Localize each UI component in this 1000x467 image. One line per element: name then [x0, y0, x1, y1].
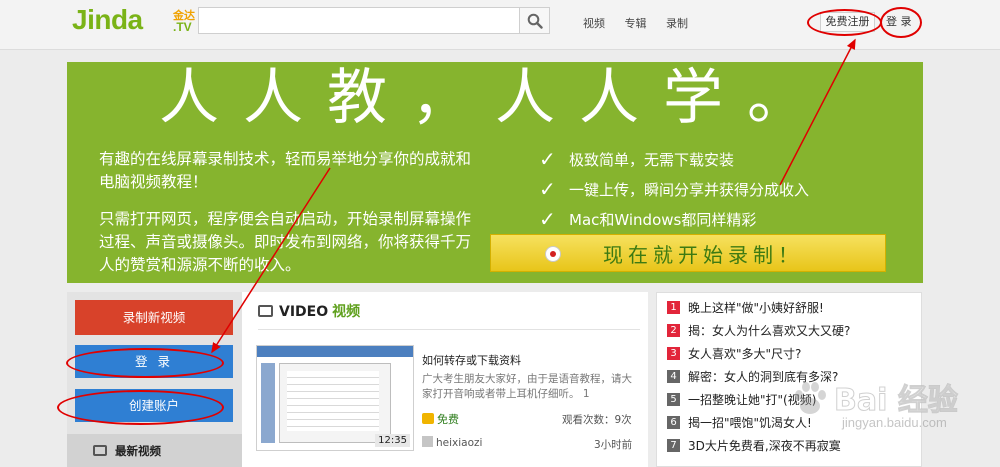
annotation-ring-login	[66, 348, 224, 378]
rank-badge: 6	[667, 415, 680, 429]
top-nav: 视频 专辑 录制	[583, 15, 704, 31]
hero-banner: 人人教，人人学。 有趣的在线屏幕录制技术，轻而易举地分享你的成就和电脑视频教程！…	[67, 62, 923, 283]
video-thumbnail[interactable]: 12:35	[256, 345, 414, 451]
list-item[interactable]: 6 揭一招"喂饱"饥渴女人!	[667, 411, 917, 433]
feature-item: ✓ Mac和Windows都同样精彩	[539, 204, 809, 234]
checkmark-icon: ✓	[539, 207, 556, 231]
rank-badge: 3	[667, 346, 680, 360]
feature-text: Mac和Windows都同样精彩	[569, 210, 757, 229]
hot-list: 1 晚上这样"做"小姨好舒服! 2 揭：女人为什么喜欢又大又硬? 3 女人喜欢"…	[656, 292, 922, 467]
thumbnail-content	[287, 371, 379, 431]
list-item[interactable]: 3 女人喜欢"多大"尺寸?	[667, 342, 917, 364]
start-recording-button[interactable]: 现在就开始录制！	[490, 234, 886, 272]
video-title-link[interactable]: 如何转存或下载资料	[422, 352, 521, 368]
rank-badge: 4	[667, 369, 680, 383]
left-sidebar: 录制新视频 登 录 创建账户 最新视频	[67, 292, 242, 467]
video-description: 广大考生朋友大家好，由于是语音教程，请大家打开音响或者带上耳机仔细听。 1	[422, 373, 632, 400]
heading-cn: 视频	[332, 304, 361, 320]
uploader-name: heixiaozi	[436, 437, 483, 449]
hero-title: 人人教，人人学。	[159, 63, 831, 133]
view-count: 观看次数：9次	[562, 414, 632, 426]
record-new-video-button[interactable]: 录制新视频	[75, 300, 233, 335]
coin-icon	[422, 413, 434, 424]
nav-record[interactable]: 录制	[666, 17, 688, 30]
uploader-link[interactable]: heixiaozi	[422, 436, 482, 449]
search-button[interactable]	[519, 7, 550, 34]
rank-badge: 1	[667, 300, 680, 314]
camera-icon	[258, 305, 273, 317]
list-item[interactable]: 5 一招整晚让她"打"(视频)	[667, 388, 917, 410]
divider	[258, 329, 640, 330]
thumbnail-titlebar	[257, 346, 413, 357]
rank-badge: 2	[667, 323, 680, 337]
list-item[interactable]: 4 解密：女人的洞到底有多深?	[667, 365, 917, 387]
search-icon	[527, 13, 543, 29]
price-label: 免费	[437, 413, 459, 426]
annotation-ring-header-login	[880, 7, 922, 38]
video-camera-icon	[93, 445, 107, 456]
feature-text: 一键上传，瞬间分享并获得分成收入	[569, 180, 810, 199]
nav-videos[interactable]: 视频	[583, 17, 605, 30]
feature-text: 极致简单，无需下载安装	[569, 150, 735, 169]
price-badge: 免费	[422, 411, 459, 427]
nav-albums[interactable]: 专辑	[625, 17, 647, 30]
site-logo[interactable]: Jinda 金达 .TV	[72, 4, 195, 38]
list-item-title: 揭：女人为什么喜欢又大又硬?	[688, 323, 851, 338]
video-panel: VIDEO 视频 12:35 如何转存或下载资料 广大考生朋友大家好，由于是语音教…	[242, 292, 648, 467]
feature-item: ✓ 一键上传，瞬间分享并获得分成收入	[539, 174, 809, 204]
feature-list: ✓ 极致简单，无需下载安装 ✓ 一键上传，瞬间分享并获得分成收入 ✓ Mac和W…	[539, 144, 809, 234]
rank-badge: 7	[667, 438, 680, 452]
rank-badge: 5	[667, 392, 680, 406]
checkmark-icon: ✓	[539, 177, 556, 201]
heading-en: VIDEO	[279, 304, 329, 320]
list-item-title: 女人喜欢"多大"尺寸?	[688, 346, 802, 361]
thumbnail-sidebar	[261, 363, 275, 443]
user-avatar-icon	[422, 436, 433, 447]
list-item-title: 一招整晚让她"打"(视频)	[688, 392, 817, 407]
search-input[interactable]	[198, 7, 520, 34]
list-item-title: 晚上这样"做"小姨好舒服!	[688, 300, 824, 315]
latest-videos-label: 最新视频	[115, 444, 161, 458]
video-section-heading: VIDEO 视频	[258, 301, 360, 321]
list-item[interactable]: 7 3D大片免费看,深夜不再寂寞	[667, 434, 917, 456]
logo-text: Jinda	[72, 4, 143, 35]
record-icon	[545, 246, 561, 262]
list-item[interactable]: 1 晚上这样"做"小姨好舒服!	[667, 296, 917, 318]
hero-description: 只需打开网页，程序便会自动启动，开始录制屏幕操作过程、声音或摄像头。即时发布到网…	[99, 210, 472, 274]
list-item-title: 3D大片免费看,深夜不再寂寞	[688, 438, 841, 453]
annotation-ring-create	[57, 390, 224, 425]
list-item-title: 解密：女人的洞到底有多深?	[688, 369, 839, 384]
start-recording-label: 现在就开始录制！	[603, 243, 803, 267]
video-duration: 12:35	[375, 434, 410, 447]
checkmark-icon: ✓	[539, 147, 556, 171]
list-item[interactable]: 2 揭：女人为什么喜欢又大又硬?	[667, 319, 917, 341]
annotation-ring-register	[807, 9, 882, 36]
upload-time: 3小时前	[594, 439, 633, 451]
hero-intro: 有趣的在线屏幕录制技术，轻而易举地分享你的成就和电脑视频教程！	[99, 150, 472, 191]
latest-videos-tab[interactable]: 最新视频	[67, 434, 242, 467]
list-item-title: 揭一招"喂饱"饥渴女人!	[688, 415, 812, 430]
feature-item: ✓ 极致简单，无需下载安装	[539, 144, 809, 174]
